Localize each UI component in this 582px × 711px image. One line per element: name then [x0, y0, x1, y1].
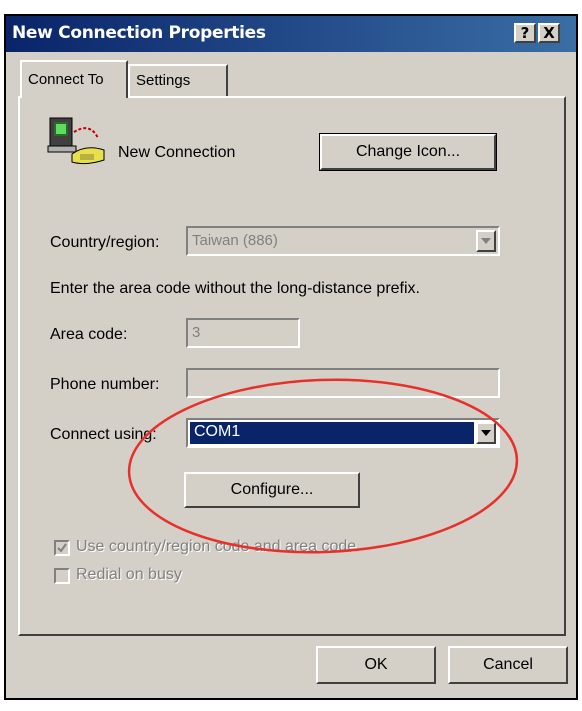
properties-dialog: New Connection Properties ? X Connect To…: [4, 14, 578, 700]
window-title: New Connection Properties: [12, 23, 266, 43]
use-country-code-checkbox[interactable]: [54, 540, 70, 556]
chevron-down-icon[interactable]: [476, 230, 496, 252]
tab-connect-to-label: Connect To: [28, 71, 104, 88]
close-button[interactable]: X: [538, 23, 560, 43]
connect-using-label: Connect using:: [50, 426, 157, 443]
use-country-code-label: Use country/region code and area code: [76, 538, 357, 555]
tab-settings-label: Settings: [136, 72, 191, 89]
configure-button[interactable]: Configure...: [184, 472, 360, 508]
chevron-down-icon[interactable]: [476, 422, 496, 444]
country-label: Country/region:: [50, 234, 160, 251]
area-code-field[interactable]: 3: [186, 318, 300, 348]
cancel-button[interactable]: Cancel: [448, 646, 568, 684]
phone-label: Phone number:: [50, 376, 160, 393]
area-code-value: 3: [192, 324, 201, 341]
connection-name: New Connection: [118, 144, 236, 161]
tab-connect-to[interactable]: Connect To: [20, 60, 128, 98]
redial-on-busy-label: Redial on busy: [76, 566, 182, 583]
country-select[interactable]: Taiwan (886): [186, 226, 500, 256]
ok-button[interactable]: OK: [316, 646, 436, 684]
check-mark-icon: [57, 543, 67, 553]
phone-number-field[interactable]: [186, 368, 500, 398]
instruction-text: Enter the area code without the long-dis…: [50, 280, 420, 297]
connect-using-select[interactable]: COM1: [186, 418, 500, 448]
connect-using-value: COM1: [190, 422, 474, 444]
title-bar[interactable]: New Connection Properties ? X: [6, 16, 576, 52]
change-icon-button[interactable]: Change Icon...: [319, 133, 497, 171]
redial-on-busy-checkbox[interactable]: [54, 568, 70, 584]
tab-settings[interactable]: Settings: [128, 64, 228, 96]
connection-icon: [47, 117, 105, 165]
help-button[interactable]: ?: [514, 23, 536, 43]
country-value: Taiwan (886): [192, 232, 278, 249]
area-code-label: Area code:: [50, 326, 128, 343]
